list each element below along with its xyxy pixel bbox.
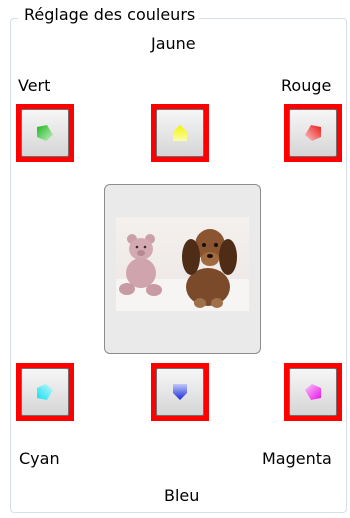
blue-button[interactable] xyxy=(151,363,209,421)
magenta-button[interactable] xyxy=(284,363,342,421)
red-arrow-icon xyxy=(305,125,321,141)
label-green: Vert xyxy=(18,76,51,95)
group-title: Réglage des couleurs xyxy=(18,5,200,25)
label-yellow: Jaune xyxy=(151,34,196,53)
blue-arrow-icon xyxy=(173,384,187,400)
preview-photo xyxy=(116,217,249,311)
label-cyan: Cyan xyxy=(19,449,60,468)
red-button[interactable] xyxy=(284,104,342,162)
yellow-arrow-icon xyxy=(173,125,187,141)
preview-frame xyxy=(104,184,261,354)
cyan-arrow-icon xyxy=(37,384,53,400)
green-arrow-icon xyxy=(37,125,53,141)
label-red: Rouge xyxy=(281,76,332,95)
label-blue: Bleu xyxy=(164,486,200,505)
magenta-arrow-icon xyxy=(305,384,321,400)
cyan-button[interactable] xyxy=(16,363,74,421)
label-magenta: Magenta xyxy=(262,449,332,468)
green-button[interactable] xyxy=(16,104,74,162)
yellow-button[interactable] xyxy=(151,104,209,162)
